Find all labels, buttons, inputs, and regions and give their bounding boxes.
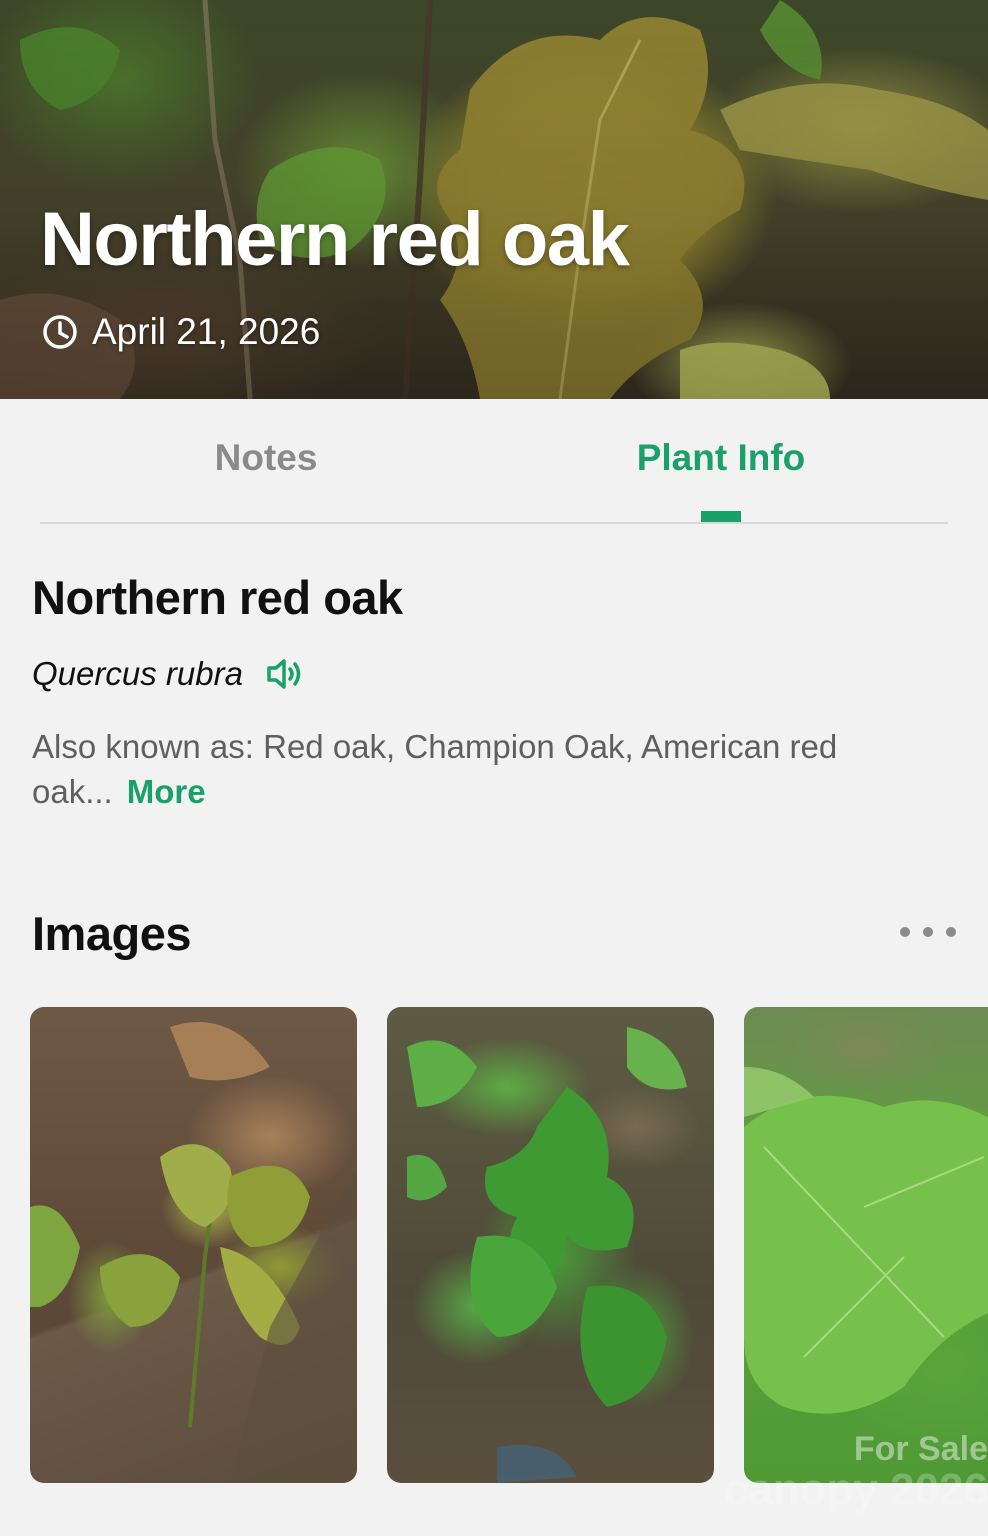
- also-known-as: Also known as: Red oak, Champion Oak, Am…: [32, 724, 962, 814]
- image-thumbnail-1[interactable]: [30, 1007, 357, 1483]
- thumbnail-2-art: [407, 1027, 687, 1483]
- images-section-title: Images: [32, 907, 191, 960]
- dot: [923, 927, 933, 937]
- active-tab-indicator: [701, 511, 741, 522]
- image-thumbnail-2[interactable]: [387, 1007, 714, 1483]
- plant-common-name: Northern red oak: [32, 571, 403, 624]
- dot: [946, 927, 956, 937]
- more-link[interactable]: More: [127, 773, 206, 810]
- tab-plant-info[interactable]: Plant Info: [500, 437, 942, 479]
- tab-divider: [40, 522, 948, 524]
- date-text: April 21, 2026: [92, 311, 321, 352]
- thumbnail-3-art: [744, 1067, 988, 1414]
- scientific-name: Quercus rubra: [32, 655, 243, 692]
- tab-notes[interactable]: Notes: [0, 437, 532, 479]
- ellipsis-icon[interactable]: [896, 920, 960, 944]
- image-thumbnail-3[interactable]: [744, 1007, 988, 1483]
- speaker-icon[interactable]: [265, 657, 305, 691]
- hero-title: Northern red oak: [40, 197, 630, 282]
- observation-date: April 21, 2026: [42, 310, 320, 354]
- scientific-name-row: Quercus rubra: [32, 652, 305, 696]
- thumbnail-1-art: [30, 1022, 357, 1483]
- clock-icon: [43, 315, 77, 349]
- plant-detail-screen: Northern red oak April 21, 2026 Notes Pl…: [0, 0, 988, 1536]
- hero-photo: Northern red oak April 21, 2026: [0, 0, 988, 399]
- tab-bar: Notes Plant Info: [0, 399, 988, 525]
- dot: [900, 927, 910, 937]
